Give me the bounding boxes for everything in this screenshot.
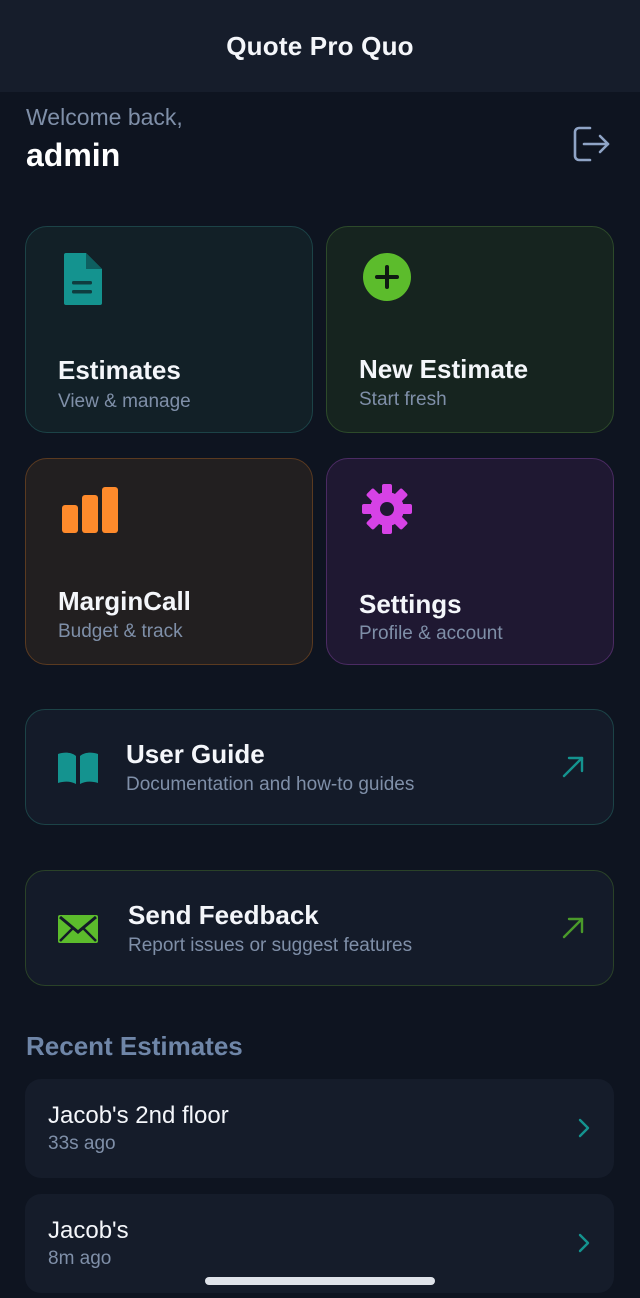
- chevron-right-icon: [578, 1233, 590, 1253]
- welcome-greeting: Welcome back,: [26, 104, 183, 130]
- username: admin: [26, 137, 121, 173]
- link-title: Send Feedback: [128, 900, 319, 930]
- margincall-tile[interactable]: MarginCall Budget & track: [25, 458, 313, 665]
- app-title: Quote Pro Quo: [226, 30, 414, 61]
- gear-icon: [362, 484, 412, 534]
- chevron-right-icon: [578, 1118, 590, 1138]
- tile-title: New Estimate: [359, 354, 529, 384]
- logout-icon: [573, 126, 610, 162]
- estimate-time: 33s ago: [48, 1133, 116, 1154]
- tile-subtitle: View & manage: [58, 391, 191, 412]
- welcome-block: Welcome back, admin: [26, 104, 183, 174]
- document-icon: [64, 253, 102, 305]
- tile-subtitle: Budget & track: [58, 621, 183, 642]
- external-arrow-icon: [562, 756, 584, 778]
- external-arrow-icon: [562, 917, 584, 939]
- list-item[interactable]: Jacob's 2nd floor 33s ago: [25, 1079, 614, 1178]
- tile-title: MarginCall: [58, 586, 191, 616]
- home-indicator[interactable]: [205, 1277, 435, 1285]
- logout-button[interactable]: [570, 124, 612, 164]
- estimate-time: 8m ago: [48, 1248, 112, 1269]
- tile-title: Estimates: [58, 355, 181, 385]
- tile-title: Settings: [359, 589, 462, 619]
- link-title: User Guide: [126, 739, 265, 769]
- send-feedback-link[interactable]: Send Feedback Report issues or suggest f…: [25, 870, 614, 986]
- bar-chart-icon: [62, 487, 118, 533]
- plus-circle-icon: [363, 253, 411, 301]
- estimate-name: Jacob's 2nd floor: [48, 1102, 229, 1129]
- user-guide-link[interactable]: User Guide Documentation and how-to guid…: [25, 709, 614, 825]
- link-subtitle: Report issues or suggest features: [128, 935, 413, 956]
- estimates-tile[interactable]: Estimates View & manage: [25, 226, 313, 433]
- settings-tile[interactable]: Settings Profile & account: [326, 458, 614, 665]
- tile-subtitle: Profile & account: [359, 623, 503, 644]
- link-subtitle: Documentation and how-to guides: [126, 774, 415, 795]
- envelope-icon: [58, 915, 98, 943]
- estimate-name: Jacob's: [48, 1217, 129, 1244]
- tile-subtitle: Start fresh: [359, 389, 447, 410]
- new-estimate-tile[interactable]: New Estimate Start fresh: [326, 226, 614, 433]
- recent-estimates-heading: Recent Estimates: [26, 1031, 243, 1061]
- book-icon: [58, 752, 98, 784]
- top-bar: Quote Pro Quo: [0, 0, 640, 92]
